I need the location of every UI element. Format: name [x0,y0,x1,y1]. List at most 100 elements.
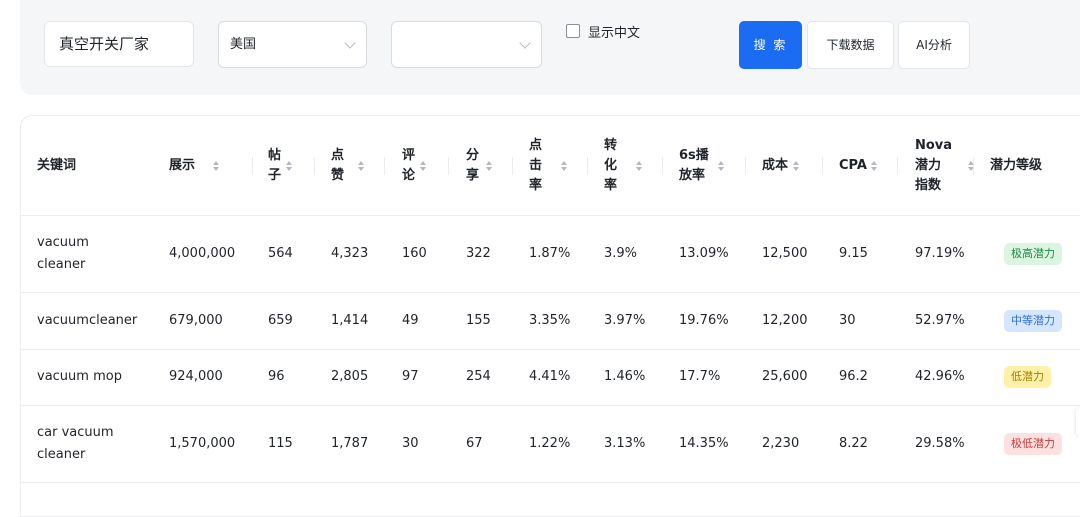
column-divider [897,157,898,175]
cell-comments: 49 [402,313,419,328]
ai-analysis-button[interactable]: AI分析 [898,21,970,69]
sort-icon[interactable] [213,161,220,171]
header-shares[interactable]: 分享 [466,117,493,215]
column-divider [448,157,449,175]
header-shares-label: 分享 [466,148,480,183]
column-divider [314,157,315,175]
show-chinese-label: 显示中文 [588,25,641,41]
column-divider [252,157,253,175]
header-keyword-label: 关键词 [37,158,77,173]
column-divider [745,157,746,175]
potential-badge: 低潜力 [1004,366,1051,388]
sort-icon[interactable] [286,161,293,171]
header-keyword: 关键词 [37,117,76,215]
row-divider [21,292,1080,293]
cell-likes: 4,323 [331,246,369,261]
sort-icon[interactable] [870,161,877,171]
header-potential-level-label: 潜力等级 [990,158,1043,173]
header-posts[interactable]: 帖子 [268,117,293,215]
cell-cvr: 3.97% [604,313,646,328]
header-nova-index-label: Nova 潜力 指数 [915,138,953,193]
cell-impressions: 924,000 [169,369,223,384]
sort-icon[interactable] [561,161,568,171]
cell-cost: 2,230 [762,436,800,451]
potential-badge: 极低潜力 [1004,433,1062,455]
sort-icon[interactable] [420,161,427,171]
cell-comments: 97 [402,369,419,384]
cell-ctr: 1.22% [529,436,571,451]
cell-ctr: 3.35% [529,313,571,328]
header-ctr[interactable]: 点击率 [529,117,568,215]
row-divider [21,405,1080,406]
sort-icon[interactable] [636,161,643,171]
cell-cpa: 96.2 [839,369,868,384]
cell-cpa: 30 [839,313,856,328]
header-likes[interactable]: 点赞 [331,117,365,215]
cell-6s-play-rate: 14.35% [679,436,729,451]
sort-icon[interactable] [793,161,800,171]
chevron-down-icon [519,37,531,49]
cell-cpa: 8.22 [839,436,868,451]
cell-cost: 12,500 [762,246,808,261]
cell-keyword: vacuumcleaner [37,235,89,272]
cell-keyword: vacuum mop [37,369,122,384]
cell-ctr: 4.41% [529,369,571,384]
cell-keyword: vacuumcleaner [37,313,138,328]
header-cpa-label: CPA [839,158,867,173]
cell-impressions: 679,000 [169,313,223,328]
show-chinese-toggle[interactable]: 显示中文 [566,22,641,41]
header-impressions[interactable]: 展示 [169,117,220,215]
header-impressions-label: 展示 [169,158,196,173]
header-comments[interactable]: 评论 [402,117,427,215]
column-divider [587,157,588,175]
cell-comments: 30 [402,436,419,451]
sort-icon[interactable] [717,161,724,171]
cell-cvr: 1.46% [604,369,646,384]
potential-badge: 中等潜力 [1004,310,1062,332]
cell-likes: 1,414 [331,313,369,328]
cell-impressions: 1,570,000 [169,436,236,451]
cell-posts: 659 [268,313,293,328]
search-button[interactable]: 搜 索 [739,21,802,69]
column-divider [384,157,385,175]
show-chinese-checkbox[interactable] [566,24,580,38]
header-nova-index[interactable]: Nova 潜力 指数 [915,117,975,215]
cell-cost: 12,200 [762,313,808,328]
cell-nova-index: 97.19% [915,246,965,261]
cell-6s-play-rate: 19.76% [679,313,729,328]
cell-keyword: car vacuum cleaner [37,425,114,462]
row-divider [21,482,1080,483]
cell-posts: 96 [268,369,285,384]
header-cpa[interactable]: CPA [839,117,877,215]
cell-ctr: 1.87% [529,246,571,261]
header-6s-play-rate-label: 6s播 放率 [679,148,709,183]
cell-cvr: 3.13% [604,436,646,451]
cell-likes: 2,805 [331,369,369,384]
secondary-select[interactable] [391,21,542,68]
cell-nova-index: 42.96% [915,369,965,384]
cell-nova-index: 52.97% [915,313,965,328]
cell-shares: 67 [466,436,483,451]
cell-6s-play-rate: 13.09% [679,246,729,261]
cell-shares: 155 [466,313,491,328]
cell-impressions: 4,000,000 [169,246,236,261]
header-cvr-label: 转化率 [604,138,618,193]
keyword-input[interactable]: 真空开关厂家 [44,21,194,67]
scroll-handle[interactable] [1076,408,1080,436]
column-divider [662,157,663,175]
header-cost[interactable]: 成本 [762,117,800,215]
row-divider [21,349,1080,350]
header-posts-label: 帖子 [268,148,282,183]
cell-nova-index: 29.58% [915,436,965,451]
chevron-down-icon [344,37,356,49]
sort-icon[interactable] [358,161,365,171]
country-select[interactable]: 美国 [218,21,367,68]
download-data-button[interactable]: 下载数据 [807,21,894,69]
header-6s-play-rate[interactable]: 6s播 放率 [679,117,724,215]
header-comments-label: 评论 [402,148,416,183]
cell-cost: 25,600 [762,369,808,384]
cell-cvr: 3.9% [604,246,638,261]
sort-icon[interactable] [486,161,493,171]
header-cvr[interactable]: 转化率 [604,117,643,215]
cell-comments: 160 [402,246,427,261]
